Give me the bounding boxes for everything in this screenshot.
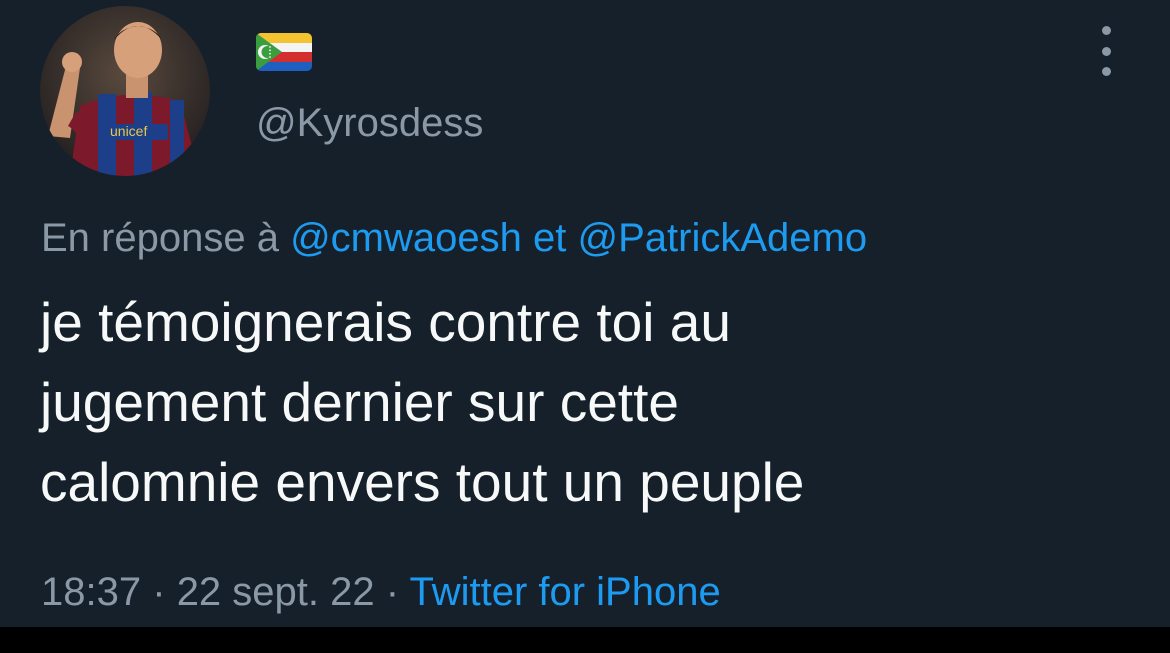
meta-separator: ·: [152, 570, 166, 614]
comoros-flag-icon: [256, 33, 312, 71]
tweet-text: je témoignerais contre toi au jugement d…: [40, 282, 1140, 522]
tweet-text-line: je témoignerais contre toi au: [40, 291, 731, 353]
reply-conjunction: et: [533, 216, 567, 260]
tweet-meta: 18:37 · 22 sept. 22 · Twitter for iPhone: [41, 566, 721, 618]
reply-context: En réponse à @cmwaoesh et @PatrickAdemo: [41, 212, 867, 264]
tweet-source[interactable]: Twitter for iPhone: [409, 570, 720, 614]
more-dot: [1101, 67, 1111, 76]
more-dot: [1101, 26, 1111, 35]
bottom-strip: [0, 627, 1170, 653]
tweet-time[interactable]: 18:37: [41, 570, 141, 614]
reply-prefix: En réponse à: [41, 216, 279, 260]
user-handle[interactable]: @Kyrosdess: [256, 98, 483, 148]
avatar-image: unicef: [40, 6, 210, 176]
more-dot: [1101, 46, 1111, 56]
tweet-text-line: jugement dernier sur cette: [40, 371, 679, 433]
tweet-text-line: calomnie envers tout un peuple: [40, 451, 805, 513]
shirt-text: unicef: [110, 123, 147, 139]
meta-separator: ·: [385, 570, 400, 614]
mention-link[interactable]: @PatrickAdemo: [577, 216, 867, 260]
mention-link[interactable]: @cmwaoesh: [290, 216, 522, 260]
tweet-card: unicef @Kyrosdess En réponse à @cmwaoesh…: [0, 0, 1170, 627]
more-vertical-icon[interactable]: [1092, 26, 1120, 76]
tweet-date[interactable]: 22 sept. 22: [177, 570, 375, 614]
avatar[interactable]: unicef: [40, 6, 210, 176]
